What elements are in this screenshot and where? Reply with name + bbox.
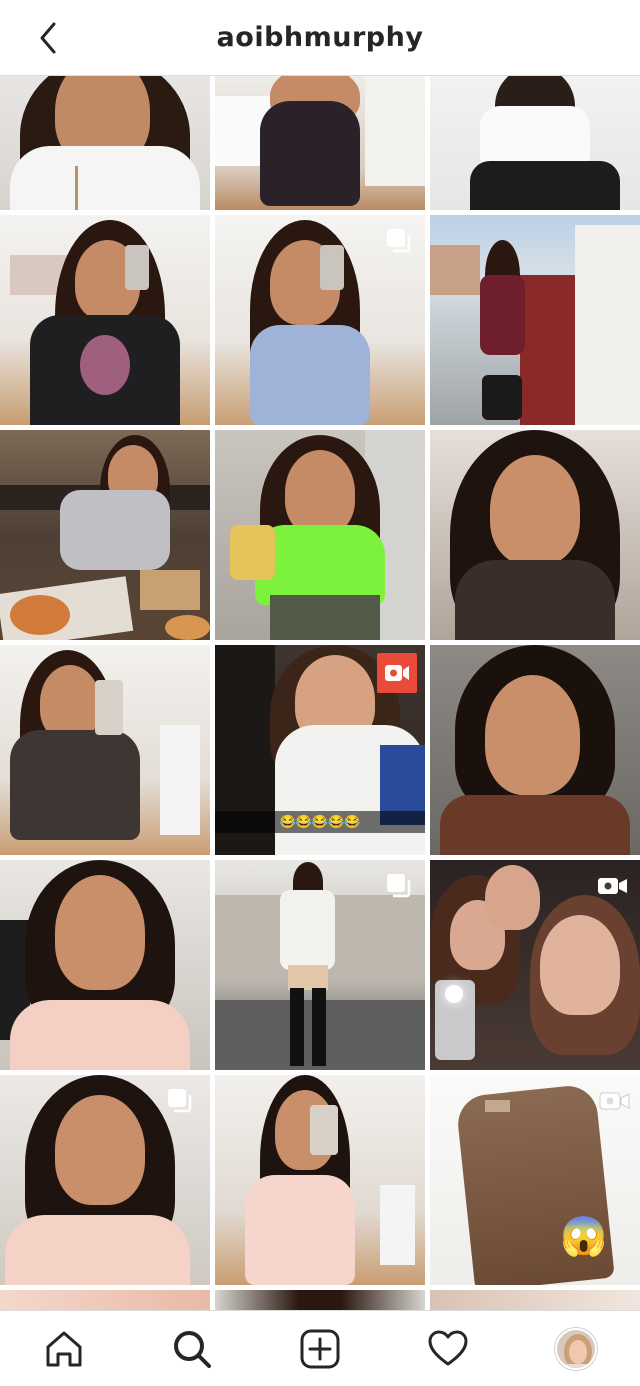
post-tile[interactable] bbox=[0, 1075, 210, 1285]
video-icon bbox=[598, 1087, 632, 1115]
post-tile[interactable]: 😂😂😂😂😂 bbox=[215, 645, 425, 855]
post-tile[interactable] bbox=[215, 1075, 425, 1285]
post-tile[interactable] bbox=[215, 76, 425, 210]
profile-avatar bbox=[555, 1327, 597, 1370]
new-post-icon bbox=[300, 1329, 340, 1368]
post-tile[interactable] bbox=[0, 76, 210, 210]
story-caption: 😂😂😂😂😂 bbox=[279, 814, 361, 829]
post-tile[interactable] bbox=[215, 430, 425, 640]
carousel-icon bbox=[166, 1087, 194, 1115]
post-tile[interactable] bbox=[430, 860, 640, 1070]
post-tile[interactable] bbox=[215, 1290, 425, 1310]
home-icon bbox=[46, 1331, 82, 1366]
post-tile[interactable] bbox=[0, 645, 210, 855]
carousel-icon bbox=[385, 872, 413, 900]
post-tile[interactable] bbox=[215, 215, 425, 425]
profile-header: aoibhmurphy bbox=[0, 0, 640, 76]
post-tile[interactable]: 😱 bbox=[430, 1075, 640, 1285]
new-post-tab[interactable] bbox=[296, 1325, 344, 1373]
search-tab[interactable] bbox=[168, 1325, 216, 1373]
post-tile[interactable] bbox=[430, 430, 640, 640]
post-tile[interactable] bbox=[0, 430, 210, 640]
home-tab[interactable] bbox=[40, 1325, 88, 1373]
profile-username: aoibhmurphy bbox=[216, 22, 424, 53]
bottom-nav bbox=[0, 1310, 640, 1386]
shocked-emoji: 😱 bbox=[560, 1216, 608, 1258]
post-tile[interactable] bbox=[0, 215, 210, 425]
post-tile[interactable] bbox=[215, 860, 425, 1070]
post-tile[interactable] bbox=[430, 645, 640, 855]
activity-heart-icon bbox=[428, 1330, 468, 1365]
post-tile[interactable] bbox=[430, 1290, 640, 1310]
post-tile[interactable] bbox=[430, 215, 640, 425]
video-icon bbox=[596, 872, 630, 900]
post-tile[interactable] bbox=[430, 76, 640, 210]
video-icon bbox=[383, 659, 411, 687]
activity-tab[interactable] bbox=[424, 1325, 472, 1373]
search-icon bbox=[174, 1330, 211, 1368]
carousel-icon bbox=[385, 227, 413, 255]
post-tile[interactable] bbox=[0, 860, 210, 1070]
profile-tab[interactable] bbox=[552, 1325, 600, 1373]
posts-grid: 😂😂😂😂😂 😱 bbox=[0, 76, 640, 1310]
back-chevron-icon[interactable] bbox=[30, 18, 66, 58]
post-tile[interactable] bbox=[0, 1290, 210, 1310]
